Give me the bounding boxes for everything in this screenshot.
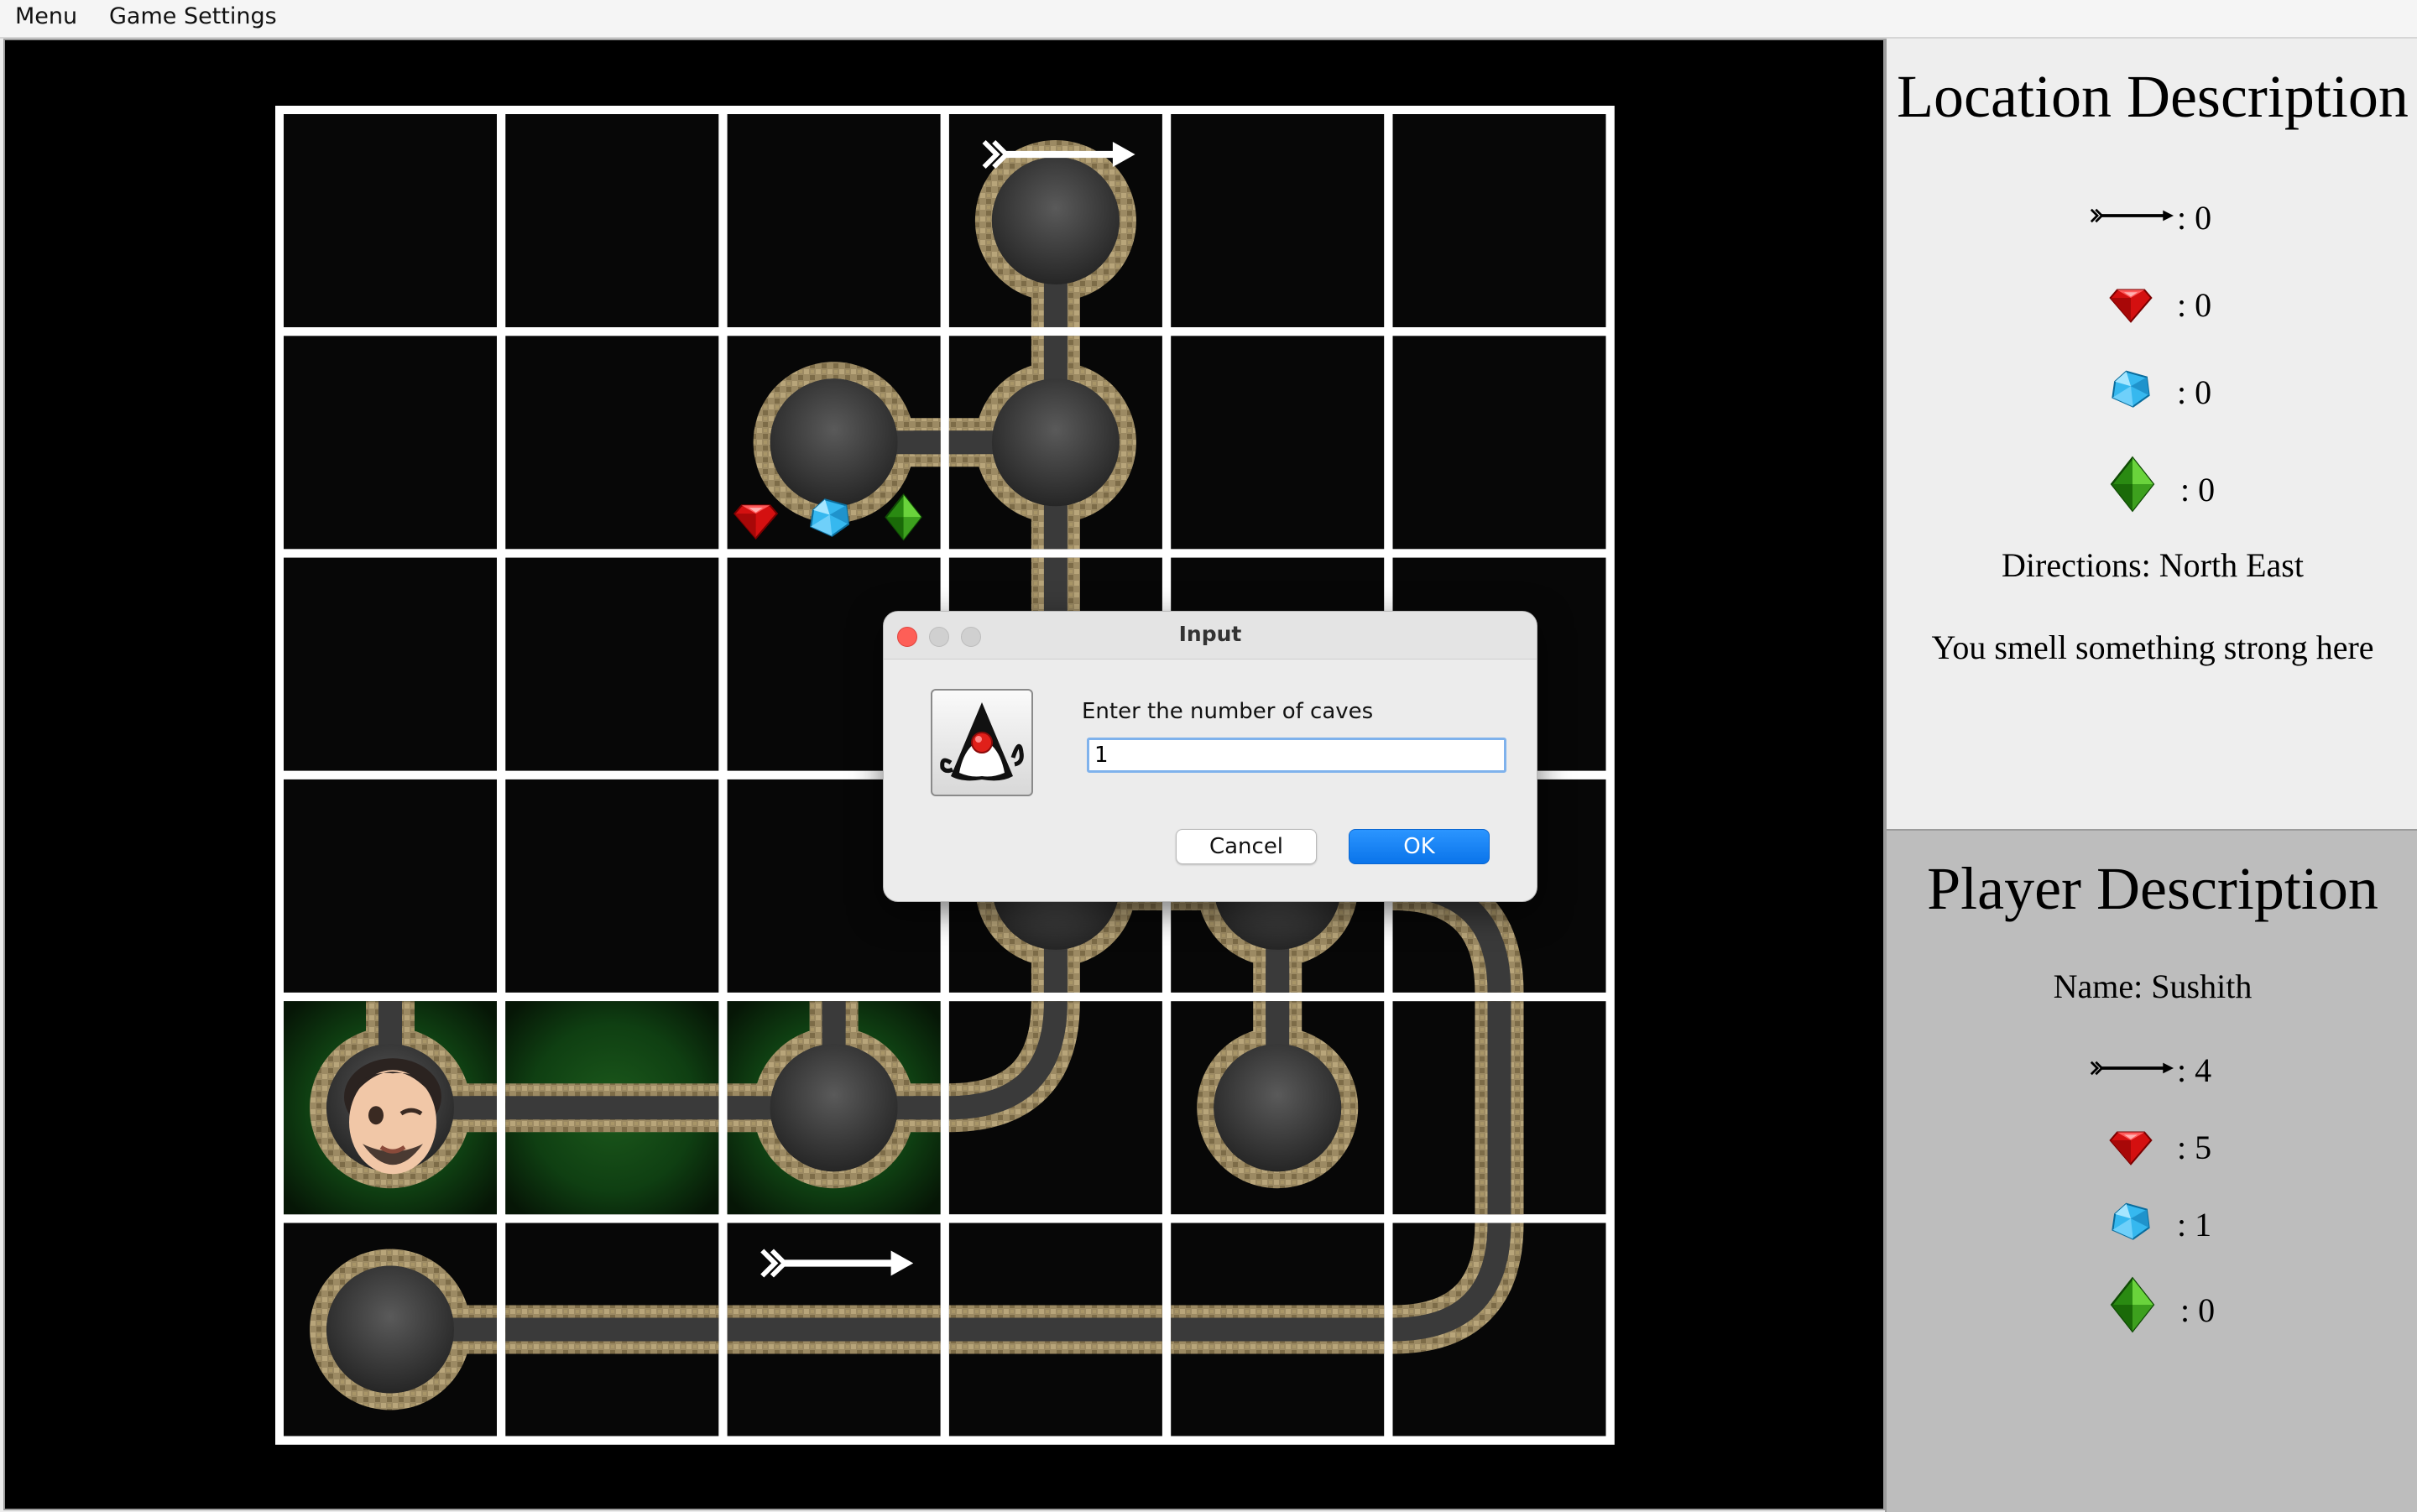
cell-background — [727, 114, 941, 327]
player-emerald-count: : 0 — [2180, 1291, 2216, 1329]
grid-cell — [505, 1001, 719, 1215]
grid-cell — [1392, 114, 1606, 327]
location-directions: Directions: North East — [2002, 546, 2304, 584]
dialog-titlebar[interactable]: Input — [884, 612, 1537, 660]
grid-cell — [505, 114, 719, 327]
grid-cell — [284, 557, 497, 771]
location-arrow-count: : 0 — [2177, 199, 2212, 237]
cave-floor — [770, 1044, 898, 1172]
location-emerald-count: : 0 — [2180, 471, 2216, 508]
location-diamond-count: : 0 — [2177, 373, 2212, 411]
grid-cell — [505, 557, 719, 771]
player-title: Player Description — [1927, 855, 2378, 922]
player-arrow-count: : 4 — [2177, 1051, 2212, 1089]
grid-cell — [505, 1223, 719, 1436]
grid-cell — [1392, 336, 1606, 550]
player-diamonds-row: : 1 — [1887, 1193, 2417, 1252]
diamond-icon — [2108, 1198, 2153, 1243]
grid-cell — [1171, 1001, 1385, 1215]
player-arrows-row: : 4 — [1887, 1040, 2417, 1099]
cave-floor — [991, 378, 1120, 507]
cancel-button[interactable]: Cancel — [1176, 829, 1317, 864]
caves-count-input[interactable] — [1087, 738, 1506, 773]
player-name: Name: Sushith — [2053, 967, 2253, 1005]
cave-floor — [770, 378, 898, 507]
player-rubies-row: : 5 — [1887, 1116, 2417, 1175]
emerald-icon — [2105, 1274, 2160, 1336]
menu-bar: Menu Game Settings — [0, 0, 2417, 39]
cell-background — [1171, 114, 1385, 327]
cell-background — [1392, 336, 1606, 550]
grid-cell — [1391, 1222, 1606, 1436]
ruby-icon — [2108, 279, 2153, 324]
cell-background — [1171, 336, 1385, 550]
grid-cell — [505, 779, 719, 993]
menu-menu[interactable]: Menu — [15, 3, 77, 29]
grid-cell — [284, 114, 497, 327]
cell-background — [284, 779, 497, 993]
cell-background — [505, 779, 719, 993]
grid-cell — [1171, 336, 1385, 550]
location-description-panel: Location Description : 0 : 0 : 0 : 0 Dir… — [1885, 39, 2417, 829]
grid-cell — [1171, 114, 1385, 327]
player-emeralds-row: : 0 — [1887, 1272, 2417, 1331]
player-description-panel: Player Description Name: Sushith : 4 : 5… — [1885, 829, 2417, 1512]
grid-cell — [284, 1223, 497, 1436]
cell-background — [505, 114, 719, 327]
arrow-icon — [2090, 1059, 2174, 1077]
grid-cell — [1392, 1001, 1606, 1215]
grid-cell — [948, 1223, 1162, 1436]
grid-cell — [284, 336, 497, 550]
grid-cell — [284, 779, 497, 993]
player-diamond-count: : 1 — [2177, 1206, 2212, 1243]
location-rubies-row: : 0 — [1887, 274, 2417, 332]
grid-cell — [727, 1223, 941, 1436]
input-dialog: Input Enter the number of caves Cancel O… — [883, 611, 1537, 902]
ok-button[interactable]: OK — [1349, 829, 1490, 864]
grid-cell — [284, 1001, 497, 1215]
cell-background — [505, 336, 719, 550]
cell-background — [284, 336, 497, 550]
location-smell: You smell something strong here — [1931, 628, 2374, 666]
grid-cell — [505, 336, 719, 550]
grid-cell — [727, 114, 941, 327]
grid-cell — [948, 336, 1162, 550]
location-title: Location Description — [1897, 63, 2409, 130]
ruby-icon — [2108, 1121, 2153, 1166]
cell-background — [505, 557, 719, 771]
grid-cell — [948, 1000, 1162, 1215]
dialog-prompt: Enter the number of caves — [1082, 699, 1374, 724]
grid-cell — [948, 114, 1162, 327]
grid-cell — [727, 336, 941, 550]
location-diamonds-row: : 0 — [1887, 361, 2417, 420]
cell-background — [1392, 114, 1606, 327]
emerald-icon — [2105, 453, 2160, 515]
location-emeralds-row: : 0 — [1887, 451, 2417, 510]
arrow-icon — [2090, 206, 2174, 225]
cell-background — [284, 557, 497, 771]
cave-floor — [991, 157, 1120, 284]
diamond-icon — [2108, 366, 2153, 411]
player-ruby-count: : 5 — [2177, 1129, 2212, 1166]
grid-cell — [1171, 1223, 1385, 1436]
dialog-title: Input — [1178, 622, 1242, 646]
menu-game-settings[interactable]: Game Settings — [109, 3, 277, 29]
location-ruby-count: : 0 — [2177, 286, 2212, 324]
location-arrows-row: : 0 — [1887, 188, 2417, 247]
cave-floor — [326, 1265, 454, 1394]
grid-cell — [727, 1001, 941, 1215]
cell-background — [284, 114, 497, 327]
cave-floor — [1214, 1044, 1342, 1172]
java-duke-icon — [931, 689, 1033, 796]
